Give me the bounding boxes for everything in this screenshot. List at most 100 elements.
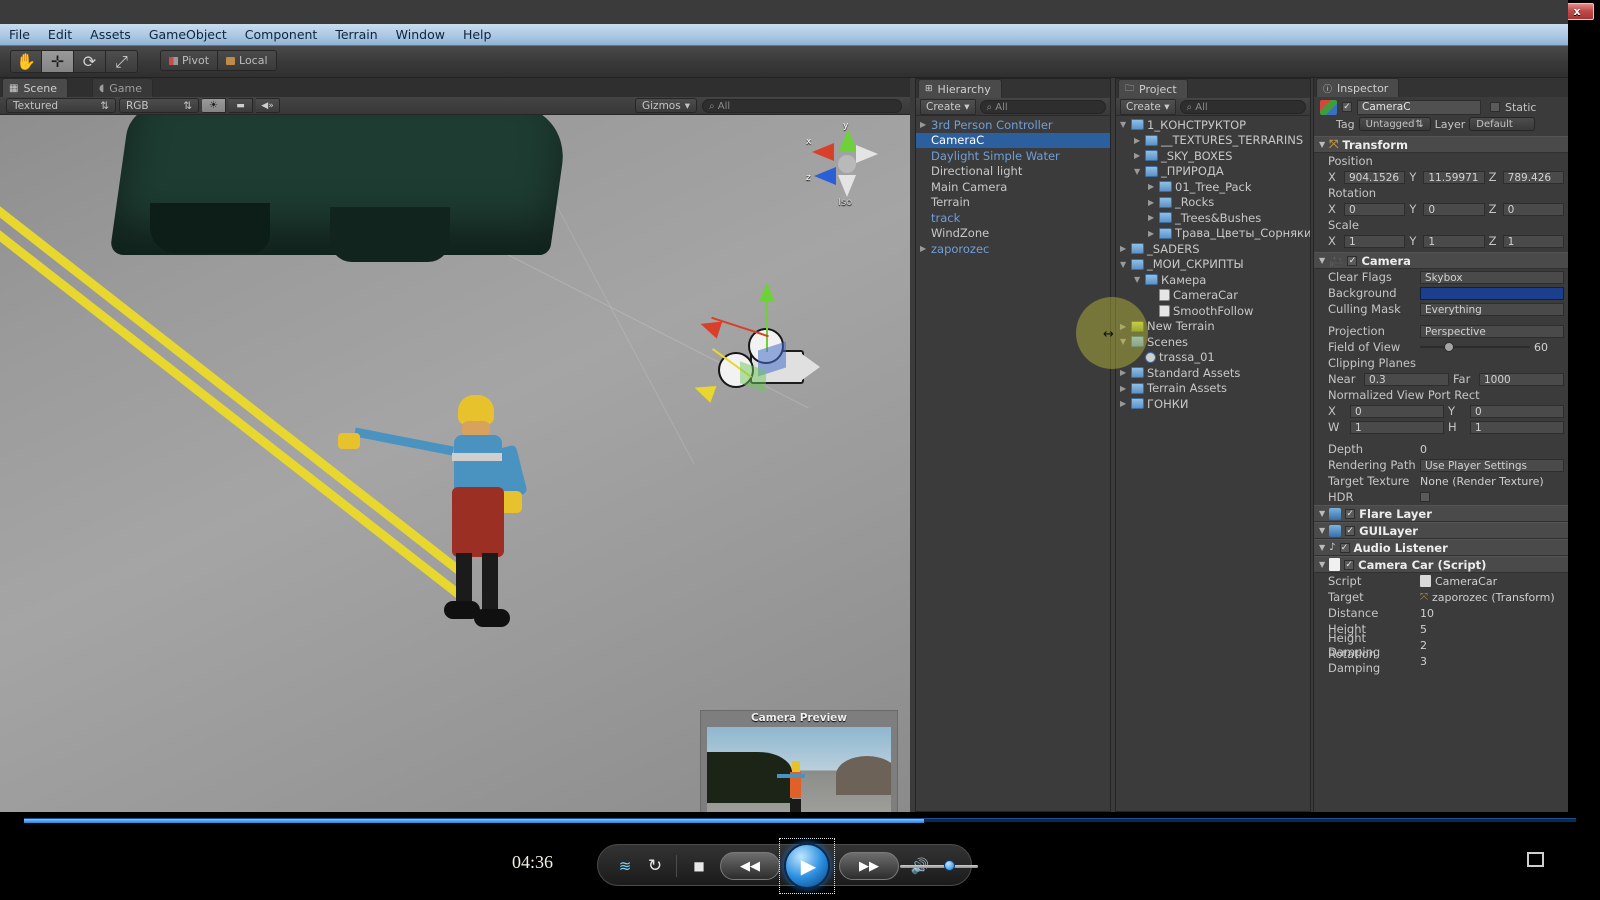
menu-item-assets[interactable]: Assets bbox=[81, 24, 140, 46]
projection-label[interactable]: Iso bbox=[838, 197, 852, 208]
vp-w-field[interactable]: 1 bbox=[1350, 421, 1444, 434]
component-gui-layer-header[interactable]: ▼ ✓ GUILayer bbox=[1314, 522, 1568, 539]
scene-viewport[interactable]: y x z Iso Camera Preview bbox=[0, 115, 910, 812]
near-field[interactable]: 0.3 bbox=[1364, 373, 1449, 386]
local-toggle[interactable]: Local bbox=[218, 50, 277, 71]
height-damping-value[interactable]: 2 bbox=[1420, 639, 1568, 652]
foldout-icon[interactable]: ▼ bbox=[1319, 560, 1325, 569]
pos-y-field[interactable]: 11.59971 bbox=[1423, 171, 1484, 184]
tab-hierarchy[interactable]: ⊞ Hierarchy bbox=[918, 79, 1002, 98]
vp-x-field[interactable]: 0 bbox=[1350, 405, 1444, 418]
clear-flags-dropdown[interactable]: Skybox bbox=[1420, 271, 1564, 284]
hierarchy-item[interactable]: ▶zaporozec bbox=[916, 241, 1110, 257]
fullscreen-button[interactable] bbox=[1527, 852, 1544, 867]
project-item[interactable]: ▼1_КОНСТРУКТОР bbox=[1116, 117, 1310, 133]
pivot-toggle[interactable]: Pivot bbox=[160, 50, 218, 71]
scale-z-field[interactable]: 1 bbox=[1503, 235, 1564, 248]
expand-arrow-icon[interactable]: ▶ bbox=[1134, 136, 1145, 145]
audio-toggle[interactable]: ◀» bbox=[256, 98, 280, 113]
project-item[interactable]: ▶__TEXTURES_TERRARINS bbox=[1116, 133, 1310, 149]
project-item[interactable]: ▶_Rocks bbox=[1116, 195, 1310, 211]
expand-arrow-icon[interactable]: ▶ bbox=[1120, 368, 1131, 377]
project-item[interactable]: ▼_ПРИРОДА bbox=[1116, 164, 1310, 180]
height-value[interactable]: 5 bbox=[1420, 623, 1568, 636]
volume-knob[interactable] bbox=[944, 860, 955, 871]
expand-arrow-icon[interactable]: ▶ bbox=[1148, 213, 1159, 222]
project-item[interactable]: SmoothFollow bbox=[1116, 303, 1310, 319]
tab-scene[interactable]: ▦ Scene bbox=[2, 78, 68, 97]
volume-slider[interactable] bbox=[900, 863, 978, 869]
expand-arrow-icon[interactable]: ▶ bbox=[1120, 322, 1131, 331]
script-enabled-checkbox[interactable]: ✓ bbox=[1344, 560, 1354, 570]
scene-search-input[interactable]: ⌕ All bbox=[702, 99, 902, 113]
project-item[interactable]: ▶ГОНКИ bbox=[1116, 396, 1310, 412]
rot-x-field[interactable]: 0 bbox=[1344, 203, 1405, 216]
hierarchy-item[interactable]: Terrain bbox=[916, 195, 1110, 211]
hierarchy-list[interactable]: ▶3rd Person ControllerCameraCDaylight Si… bbox=[916, 117, 1110, 811]
fastforward-button[interactable]: ▶▶ bbox=[839, 852, 899, 880]
component-flare-layer-header[interactable]: ▼ ✓ Flare Layer bbox=[1314, 505, 1568, 522]
rewind-button[interactable]: ◀◀ bbox=[720, 852, 780, 880]
expand-arrow-icon[interactable]: ▶ bbox=[1134, 151, 1145, 160]
menu-item-window[interactable]: Window bbox=[387, 24, 454, 46]
expand-arrow-icon[interactable]: ▼ bbox=[1134, 167, 1145, 176]
active-checkbox[interactable]: ✓ bbox=[1342, 102, 1352, 112]
tab-game[interactable]: ◖ Game bbox=[92, 78, 153, 97]
expand-arrow-icon[interactable]: ▶ bbox=[1120, 384, 1131, 393]
pos-x-field[interactable]: 904.1526 bbox=[1344, 171, 1405, 184]
expand-arrow-icon[interactable]: ▶ bbox=[1148, 182, 1159, 191]
project-search-input[interactable]: ⌕ All bbox=[1180, 100, 1307, 114]
expand-arrow-icon[interactable]: ▶ bbox=[920, 244, 931, 253]
camera-enabled-checkbox[interactable]: ✓ bbox=[1347, 256, 1357, 266]
menu-item-edit[interactable]: Edit bbox=[39, 24, 81, 46]
foldout-icon[interactable]: ▼ bbox=[1319, 256, 1325, 265]
orientation-cone-y[interactable] bbox=[839, 129, 857, 151]
project-item[interactable]: CameraCar bbox=[1116, 288, 1310, 304]
target-texture-field[interactable]: None (Render Texture) bbox=[1420, 475, 1568, 488]
foldout-icon[interactable]: ▼ bbox=[1319, 140, 1325, 149]
hdr-checkbox[interactable] bbox=[1420, 492, 1430, 502]
scene-view[interactable]: ▦ Scene ◖ Game Textured⇅ RGB⇅ ☀ ▬ ◀» Gi bbox=[0, 78, 910, 812]
hierarchy-item[interactable]: Daylight Simple Water bbox=[916, 148, 1110, 164]
progress-bar[interactable] bbox=[0, 815, 1600, 825]
culling-mask-dropdown[interactable]: Everything bbox=[1420, 303, 1564, 316]
static-checkbox[interactable] bbox=[1490, 102, 1500, 112]
project-item[interactable]: ▼Камера bbox=[1116, 272, 1310, 288]
expand-arrow-icon[interactable]: ▼ bbox=[1120, 120, 1131, 129]
scale-y-field[interactable]: 1 bbox=[1423, 235, 1484, 248]
gizmo-arrow-y[interactable] bbox=[759, 282, 775, 302]
orientation-cone-negx[interactable] bbox=[856, 145, 878, 163]
tag-dropdown[interactable]: Untagged⇅ bbox=[1359, 117, 1431, 131]
project-item[interactable]: ▼Scenes bbox=[1116, 334, 1310, 350]
fov-value[interactable]: 60 bbox=[1534, 341, 1568, 354]
project-create-button[interactable]: Create ▾ bbox=[1120, 99, 1176, 115]
component-script-header[interactable]: ▼ ✓ Camera Car (Script) bbox=[1314, 556, 1568, 573]
expand-arrow-icon[interactable]: ▶ bbox=[1120, 399, 1131, 408]
background-color-swatch[interactable] bbox=[1420, 287, 1564, 300]
hierarchy-item[interactable]: CameraC bbox=[916, 133, 1110, 149]
component-audio-listener-header[interactable]: ▼ ♪ ✓ Audio Listener bbox=[1314, 539, 1568, 556]
foldout-icon[interactable]: ▼ bbox=[1319, 543, 1325, 552]
scale-tool[interactable]: ⤢ bbox=[106, 50, 138, 73]
rotation-damping-value[interactable]: 3 bbox=[1420, 655, 1568, 668]
expand-arrow-icon[interactable]: ▼ bbox=[1134, 275, 1145, 284]
fx-toggle[interactable]: ▬ bbox=[229, 98, 253, 113]
render-mode-dropdown[interactable]: RGB⇅ bbox=[119, 98, 199, 113]
hierarchy-item[interactable]: Directional light bbox=[916, 164, 1110, 180]
tab-project[interactable]: 🗀 Project bbox=[1118, 79, 1188, 98]
project-item[interactable]: ▶_Trees&Bushes bbox=[1116, 210, 1310, 226]
menu-item-gameobject[interactable]: GameObject bbox=[140, 24, 236, 46]
hierarchy-create-button[interactable]: Create ▾ bbox=[920, 99, 976, 115]
expand-arrow-icon[interactable]: ▼ bbox=[1120, 260, 1131, 269]
project-item[interactable]: ▶Трава_Цветы_Сорняки bbox=[1116, 226, 1310, 242]
hierarchy-item[interactable]: WindZone bbox=[916, 226, 1110, 242]
hierarchy-item[interactable]: track bbox=[916, 210, 1110, 226]
distance-value[interactable]: 10 bbox=[1420, 607, 1568, 620]
project-list[interactable]: ▼1_КОНСТРУКТОР▶__TEXTURES_TERRARINS▶_SKY… bbox=[1116, 117, 1310, 811]
move-tool[interactable]: ✛ bbox=[42, 50, 74, 73]
projection-dropdown[interactable]: Perspective bbox=[1420, 325, 1564, 338]
tab-inspector[interactable]: ⓘ Inspector bbox=[1316, 78, 1399, 97]
hierarchy-search-input[interactable]: ⌕ All bbox=[980, 100, 1107, 114]
expand-arrow-icon[interactable]: ▶ bbox=[1148, 229, 1159, 238]
menu-item-component[interactable]: Component bbox=[236, 24, 327, 46]
